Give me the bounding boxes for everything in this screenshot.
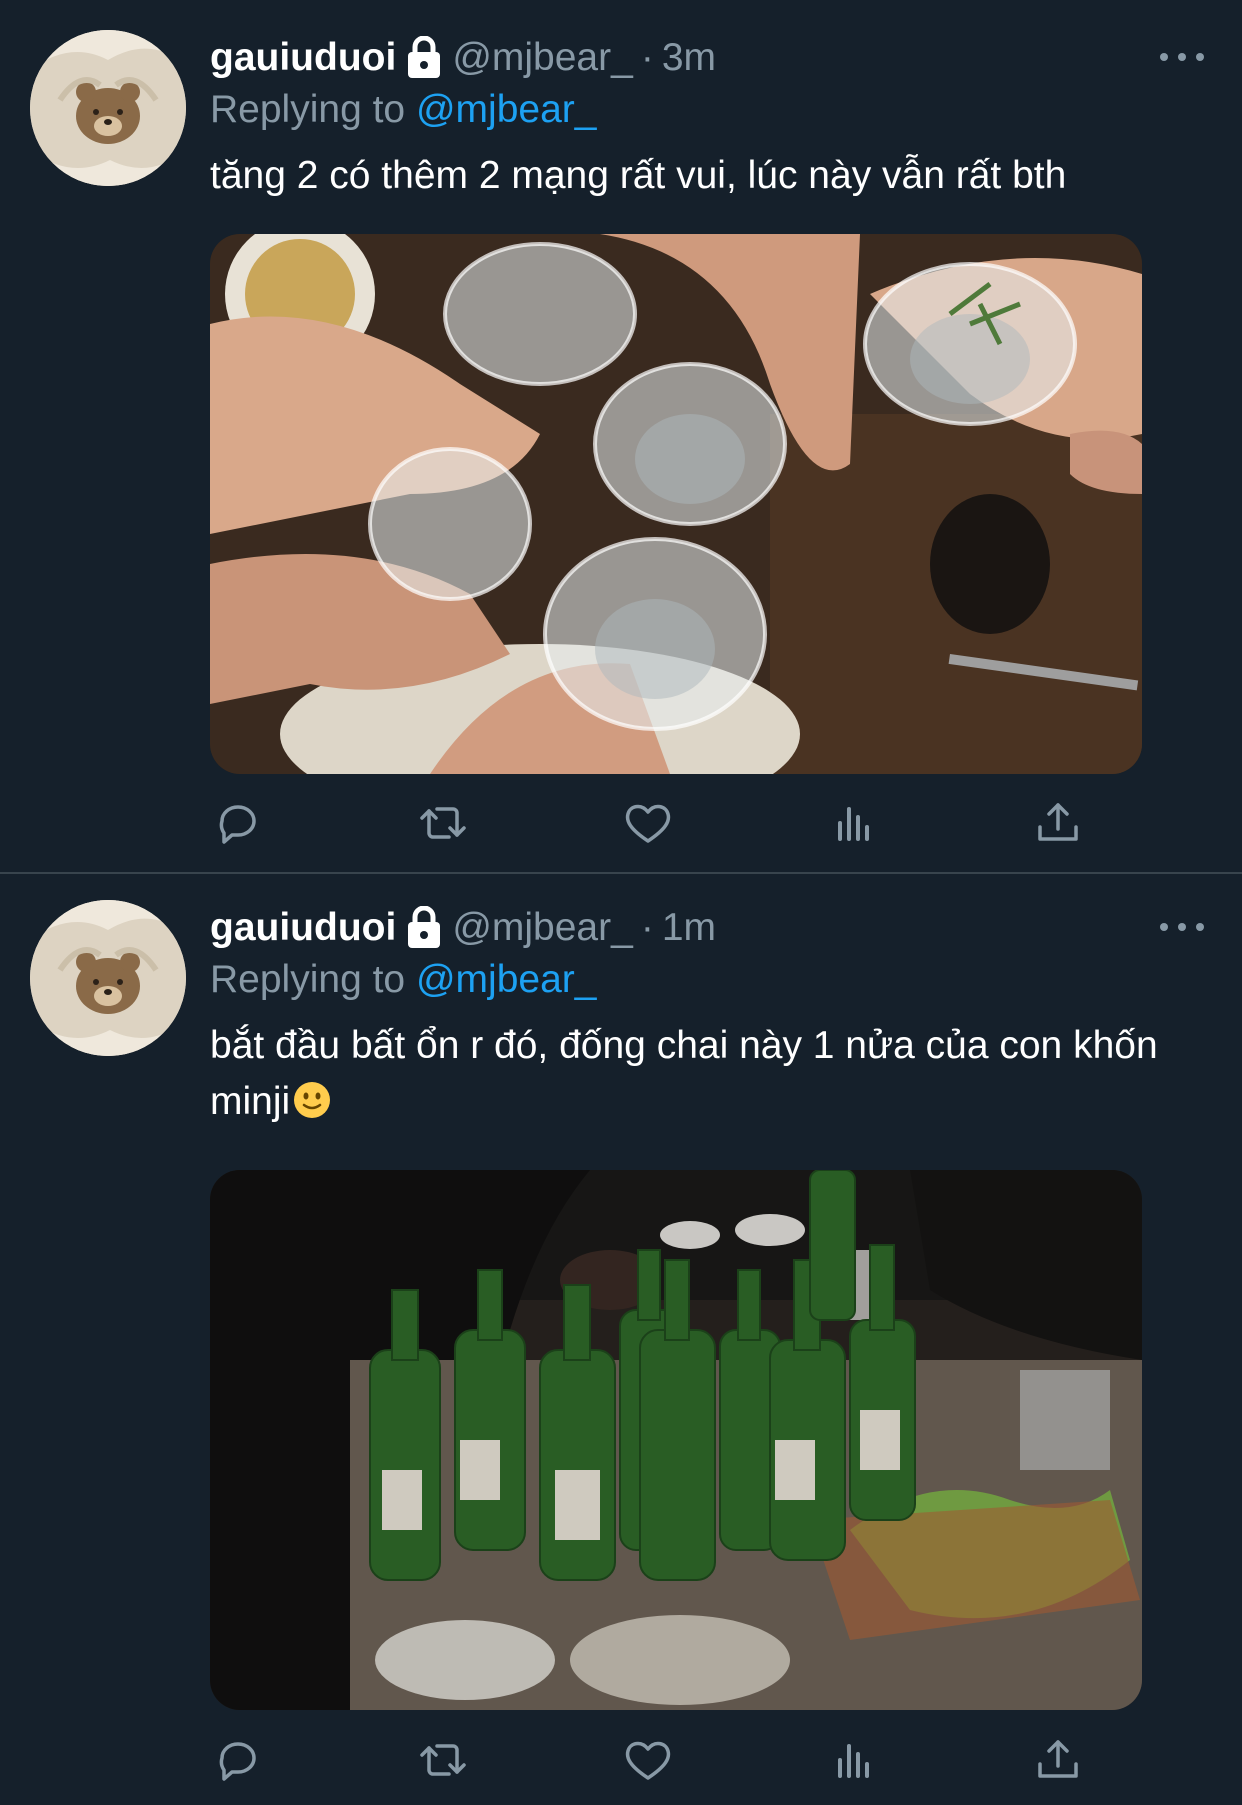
analytics-icon[interactable]: [825, 795, 881, 851]
tweet[interactable]: gauiuduoi @mjbear_ · 1m Replying to @mjb…: [0, 872, 1242, 1805]
replying-prefix: Replying to: [210, 88, 416, 131]
tweet-actions: [210, 1732, 1090, 1788]
tweet-header: gauiuduoi @mjbear_ · 1m: [210, 902, 1202, 954]
analytics-icon[interactable]: [825, 1732, 881, 1788]
timestamp[interactable]: 3m: [662, 36, 716, 80]
author-name[interactable]: gauiuduoi: [210, 906, 396, 950]
heart-icon[interactable]: [620, 1732, 676, 1788]
retweet-icon[interactable]: [415, 795, 471, 851]
avatar-bear-image: [30, 900, 186, 1056]
lock-icon: [404, 906, 444, 950]
replying-handle-link[interactable]: @mjbear_: [416, 958, 597, 1001]
tweet-actions: [210, 795, 1090, 851]
avatar[interactable]: [30, 30, 186, 186]
more-horizontal-icon[interactable]: [1160, 917, 1204, 937]
more-horizontal-icon[interactable]: [1160, 47, 1204, 67]
tweet-media[interactable]: [210, 1170, 1142, 1710]
separator-dot: ·: [640, 36, 654, 79]
replying-handle-link[interactable]: @mjbear_: [416, 88, 597, 131]
retweet-icon[interactable]: [415, 1732, 471, 1788]
reply-icon[interactable]: [210, 1732, 266, 1788]
photo-soju-glasses-toast: [210, 234, 1142, 774]
lock-icon: [404, 36, 444, 80]
timestamp[interactable]: 1m: [662, 906, 716, 950]
slightly-smiling-face-icon: [292, 1080, 332, 1120]
avatar-bear-image: [30, 30, 186, 186]
tweet-media[interactable]: [210, 234, 1142, 774]
author-name[interactable]: gauiuduoi: [210, 36, 396, 80]
replying-prefix: Replying to: [210, 958, 416, 1001]
tweet-text: tăng 2 có thêm 2 mạng rất vui, lúc này v…: [210, 154, 1067, 197]
tweet-text-content: bắt đầu bất ổn r đó, đống chai này 1 nửa…: [210, 1024, 1158, 1123]
photo-green-bottles-table: [210, 1170, 1142, 1710]
tweet-header: gauiuduoi @mjbear_ · 3m: [210, 32, 1202, 84]
replying-to: Replying to @mjbear_: [210, 88, 596, 132]
separator-dot: ·: [640, 906, 654, 949]
tweet[interactable]: gauiuduoi @mjbear_ · 3m Replying to @mjb…: [0, 0, 1242, 872]
reply-icon[interactable]: [210, 795, 266, 851]
replying-to: Replying to @mjbear_: [210, 958, 596, 1002]
avatar[interactable]: [30, 900, 186, 1056]
heart-icon[interactable]: [620, 795, 676, 851]
author-handle[interactable]: @mjbear_: [452, 36, 633, 80]
author-handle[interactable]: @mjbear_: [452, 906, 633, 950]
share-icon[interactable]: [1030, 795, 1086, 851]
tweet-text: bắt đầu bất ổn r đó, đống chai này 1 nửa…: [210, 1018, 1202, 1130]
share-icon[interactable]: [1030, 1732, 1086, 1788]
